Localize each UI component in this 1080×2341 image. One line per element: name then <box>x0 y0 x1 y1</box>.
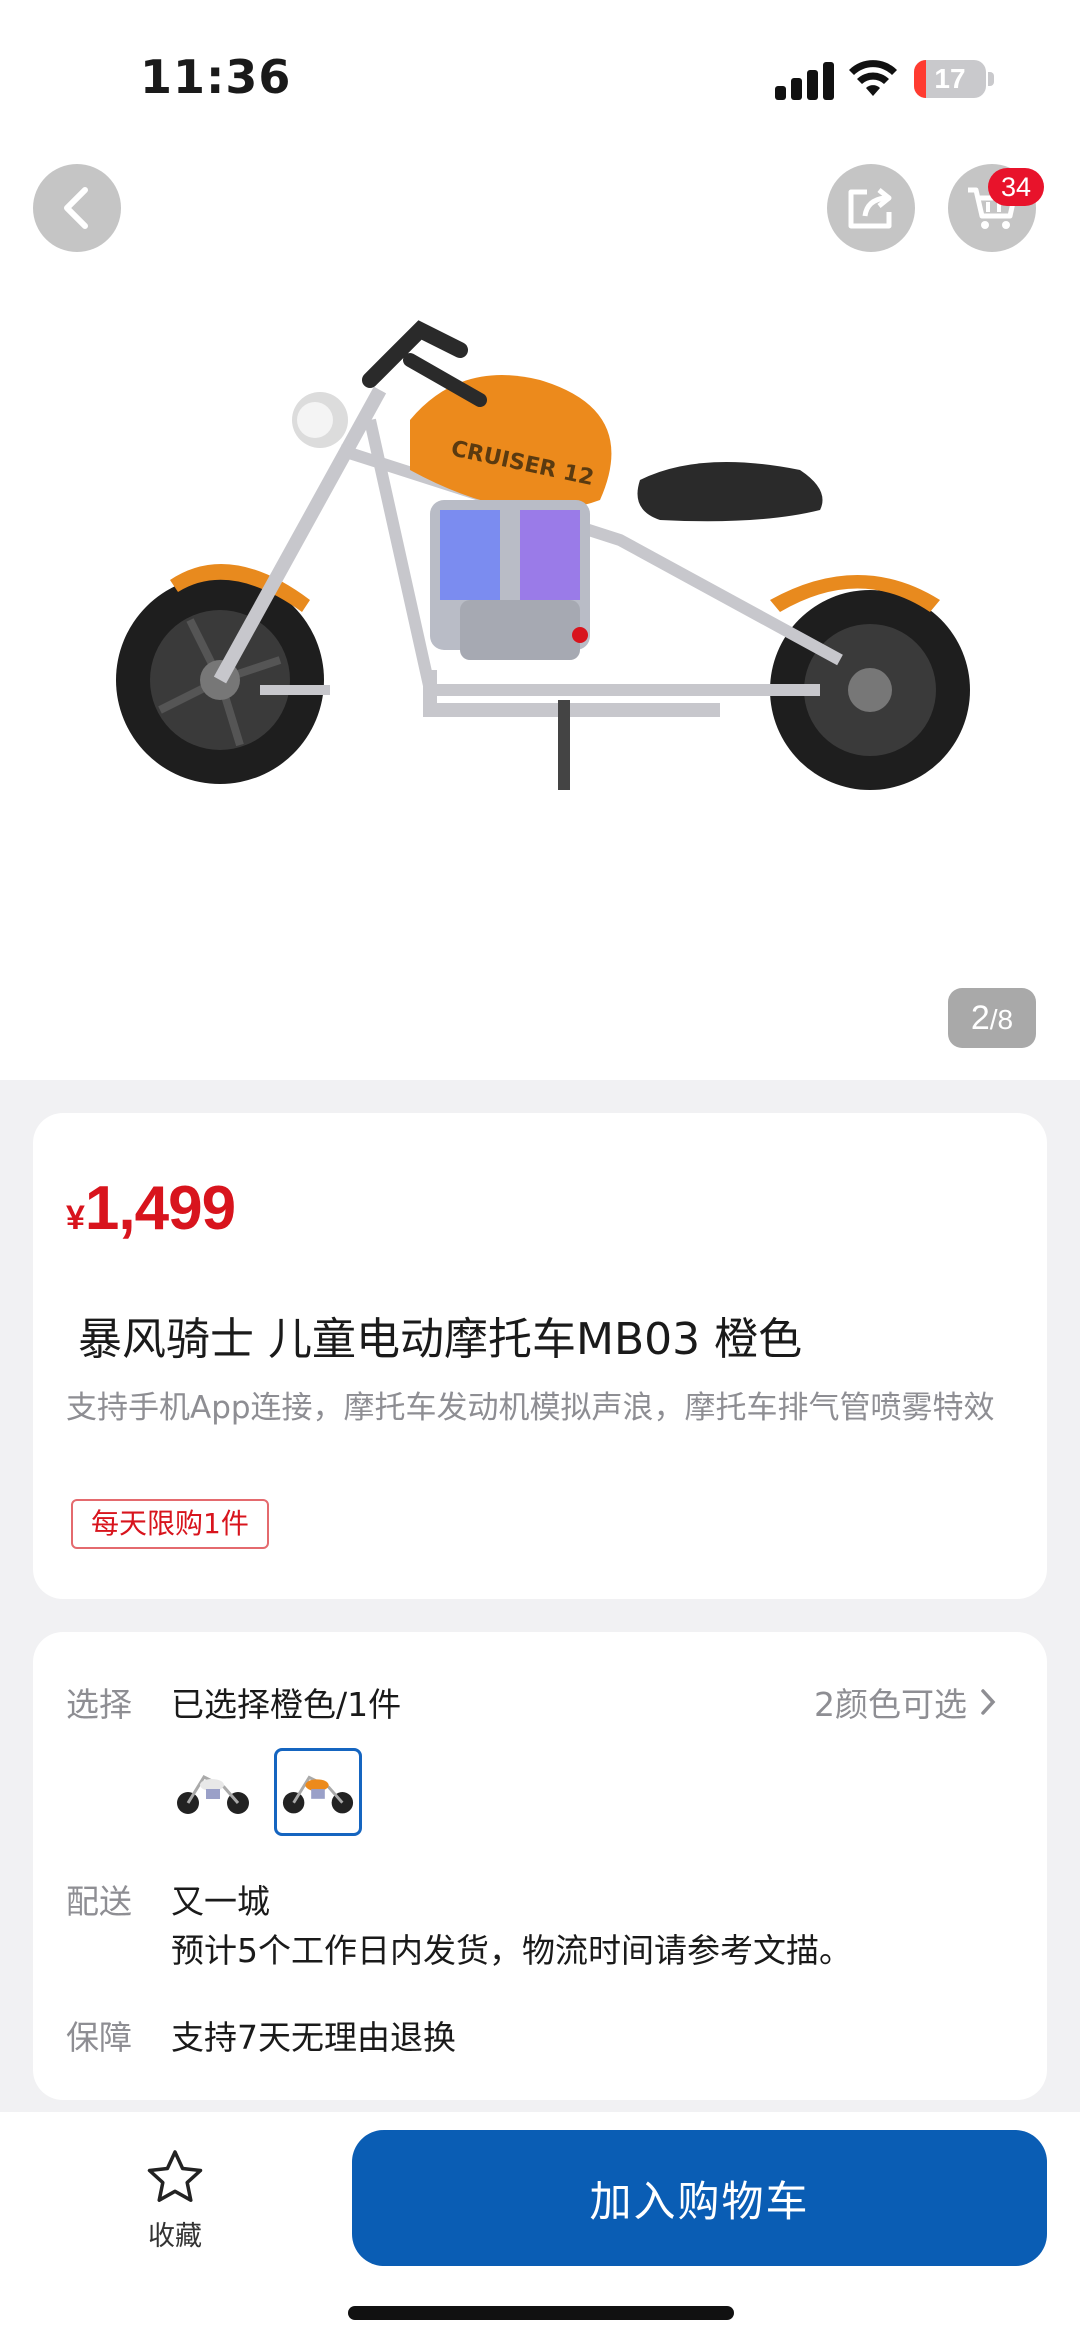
back-button[interactable] <box>33 164 121 252</box>
favorite-button[interactable]: 收藏 <box>120 2148 230 2253</box>
price-amount: 1,499 <box>84 1174 236 1243</box>
swatch-white-motorcycle[interactable] <box>169 1748 257 1836</box>
status-bar: 11:36 17 <box>0 0 1080 150</box>
price: ¥1,499 <box>66 1173 236 1244</box>
guarantee-label: 保障 <box>66 2018 132 2057</box>
favorite-label: 收藏 <box>148 2221 202 2252</box>
chevron-left-icon <box>64 187 88 229</box>
delivery-location: 又一城 <box>171 1882 270 1921</box>
product-image[interactable]: CRUISER 12 <box>80 240 1010 860</box>
swatch-orange-motorcycle[interactable] <box>274 1748 362 1836</box>
select-value[interactable]: 已选择橙色/1件 <box>171 1678 401 1726</box>
battery-level: 17 <box>934 63 966 94</box>
share-icon <box>848 188 892 229</box>
purchase-limit-tag: 每天限购1件 <box>71 1499 269 1549</box>
product-description: 支持手机App连接，摩托车发动机模拟声浪，摩托车排气管喷雾特效 <box>66 1390 995 1426</box>
product-info-card: ¥1,499 暴风骑士 儿童电动摩托车MB03 橙色 支持手机App连接，摩托车… <box>33 1113 1047 1599</box>
white-motorcycle-thumbnail <box>177 1775 249 1814</box>
image-page-indicator: 2/8 <box>948 988 1036 1048</box>
delivery-label: 配送 <box>66 1882 132 1921</box>
image-page-total: /8 <box>989 1004 1014 1035</box>
image-page-current: 2 <box>970 999 990 1037</box>
wifi-icon <box>849 60 897 96</box>
color-options-link[interactable]: 2颜色可选 <box>814 1678 997 1726</box>
battery-tip <box>988 72 994 86</box>
guarantee-value: 支持7天无理由退换 <box>171 2018 456 2057</box>
price-symbol: ¥ <box>66 1199 85 1237</box>
select-label: 选择 <box>66 1685 132 1724</box>
chevron-right-icon <box>981 1689 996 1715</box>
colors-available: 2颜色可选 <box>814 1685 967 1724</box>
cellular-signal-icon <box>775 60 835 100</box>
share-button[interactable] <box>827 164 915 252</box>
product-gallery[interactable]: CRUISER 12 34 2/8 <box>0 150 1080 1080</box>
delivery-note: 预计5个工作日内发货，物流时间请参考文描。 <box>171 1931 852 1970</box>
cart-count-badge: 34 <box>988 168 1044 206</box>
orange-motorcycle-thumbnail <box>282 1775 354 1814</box>
add-to-cart-button[interactable]: 加入购物车 <box>352 2130 1047 2266</box>
home-indicator[interactable] <box>348 2306 734 2320</box>
product-title: 暴风骑士 儿童电动摩托车MB03 橙色 <box>78 1314 803 1365</box>
battery-icon: 17 <box>914 60 986 98</box>
star-icon <box>147 2150 203 2202</box>
options-card: 选择 已选择橙色/1件 2颜色可选 配送 又一城 预计5个工作日内发货，物流时间… <box>33 1632 1047 2100</box>
status-time: 11:36 <box>140 50 292 104</box>
